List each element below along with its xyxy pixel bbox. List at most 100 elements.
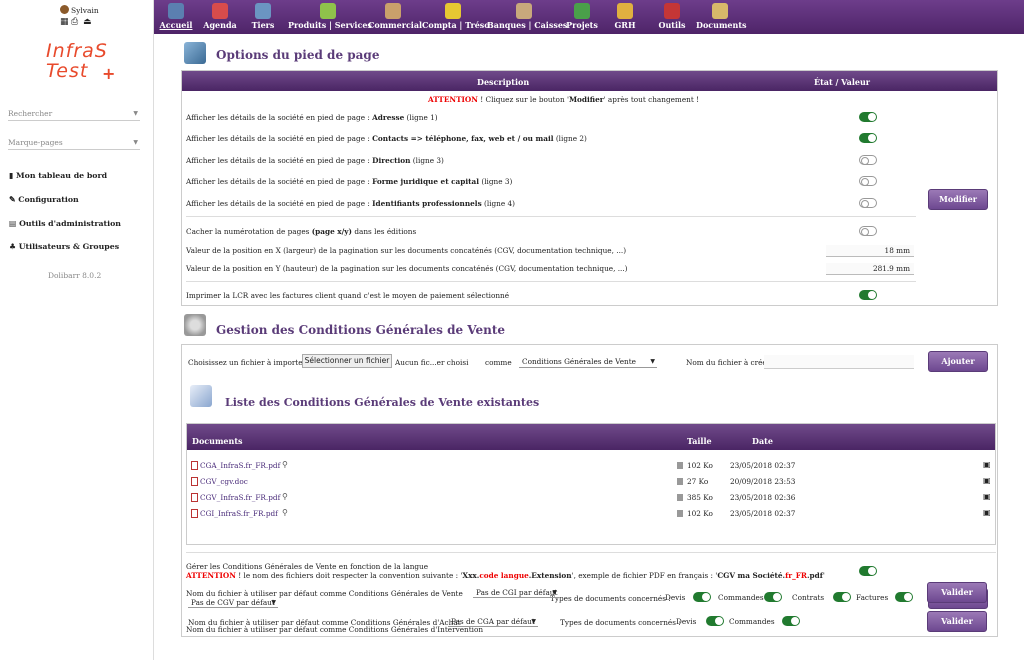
file-date: 23/05/2018 02:37 [730, 461, 796, 470]
file-size: 385 Ko [687, 493, 713, 502]
zoom-icon[interactable]: ⚲ [282, 460, 288, 469]
gears-icon [184, 314, 206, 336]
col-date: Date [752, 436, 773, 446]
tab-grh[interactable]: GRH [610, 0, 640, 34]
validate-cga-button[interactable]: Valider [927, 611, 987, 632]
tab-documents[interactable]: Documents [696, 0, 747, 34]
tab-accueil[interactable]: Accueil [158, 0, 194, 34]
left-menu-label: Mon tableau de bord [16, 171, 108, 180]
tab-tiers[interactable]: Tiers [246, 0, 280, 34]
row-bold: Forme juridique et capital [372, 177, 480, 186]
toggle-ids[interactable] [859, 198, 877, 208]
file-size: 27 Ko [687, 477, 709, 486]
toggle-hide-pages[interactable] [859, 226, 877, 236]
cga-doc-type-devis: Devis [676, 617, 697, 626]
files-table: Documents Taille Date CGA_InfraS.fr_FR.p… [186, 423, 996, 545]
left-menu-configuration[interactable]: ✎ Configuration [9, 195, 79, 204]
attention-end: ' après tout changement ! [603, 95, 700, 104]
toggle-address[interactable] [859, 112, 877, 122]
toggle-cga-commandes[interactable] [782, 616, 800, 626]
toggle-lang-manage[interactable] [859, 566, 877, 576]
validate-cgi-button[interactable]: Valider [927, 582, 987, 603]
cga-default-label: Nom du fichier à utiliser par défaut com… [188, 618, 461, 627]
modify-button[interactable]: Modifier [928, 189, 988, 210]
attention-message: ATTENTION ! Cliquez sur le bouton 'Modif… [428, 95, 699, 104]
trash-icon[interactable]: ▣ [983, 476, 991, 485]
toggle-commandes[interactable] [764, 592, 782, 602]
add-button[interactable]: Ajouter [928, 351, 988, 372]
file-link[interactable]: CGV_cgv.doc [200, 477, 248, 486]
tab-label: Tiers [251, 20, 275, 30]
zoom-icon[interactable]: ⚲ [282, 508, 288, 517]
left-menu-dashboard[interactable]: ▮ Mon tableau de bord [9, 171, 107, 180]
tab-compta[interactable]: Compta | Tréso [422, 0, 490, 34]
file-info-icon[interactable] [677, 494, 683, 501]
toggle-cga-devis[interactable] [706, 616, 724, 626]
user-avatar[interactable] [60, 5, 69, 14]
filename-input[interactable] [764, 355, 914, 369]
attention-text: ! Cliquez sur le bouton ' [477, 95, 569, 104]
tab-label: Projets [566, 20, 598, 30]
posx-label: Valeur de la position en X (largeur) de … [186, 246, 627, 255]
file-link[interactable]: CGA_InfraS.fr_FR.pdf [200, 461, 280, 470]
file-info-icon[interactable] [677, 510, 683, 517]
calendar-icon [212, 3, 228, 19]
users-icon: ♣ [9, 242, 16, 251]
col-description: Description [477, 77, 530, 87]
toggle-devis[interactable] [693, 592, 711, 602]
tab-agenda[interactable]: Agenda [202, 0, 238, 34]
toggle-factures[interactable] [895, 592, 913, 602]
tab-tools[interactable]: Outils [654, 0, 690, 34]
search-label: Rechercher [8, 109, 53, 118]
file-link[interactable]: CGI_InfraS.fr_FR.pdf [200, 509, 278, 518]
toggle-lcr[interactable] [859, 290, 877, 300]
left-menu-users-groups[interactable]: ♣ Utilisateurs & Groupes [9, 242, 119, 251]
file-link[interactable]: CGV_InfraS.fr_FR.pdf [200, 493, 280, 502]
search-select[interactable]: Rechercher ▼ [8, 109, 140, 121]
doc-type-commandes: Commandes [718, 593, 764, 602]
user-name[interactable]: Sylvain [71, 6, 99, 15]
posx-input[interactable]: 18 mm [826, 245, 914, 257]
cga-default-select[interactable]: Pas de CGA par défaut [448, 616, 538, 628]
tab-products[interactable]: Produits | Services [288, 0, 372, 34]
tab-label: Produits | Services [288, 20, 372, 30]
tab-projects[interactable]: Projets [564, 0, 600, 34]
list-icon [190, 385, 212, 407]
cgi-default-select[interactable]: Pas de CGI par défaut [473, 587, 559, 599]
money-icon [445, 3, 461, 19]
trash-icon[interactable]: ▣ [983, 492, 991, 501]
tab-commercial[interactable]: Commercial [368, 0, 422, 34]
toggle-contacts[interactable] [859, 133, 877, 143]
trash-icon[interactable]: ▣ [983, 508, 991, 517]
toggle-contrats[interactable] [833, 592, 851, 602]
left-menu-label: Configuration [18, 195, 79, 204]
toggle-legal[interactable] [859, 176, 877, 186]
zoom-icon[interactable]: ⚲ [282, 492, 288, 501]
toggle-direction[interactable] [859, 155, 877, 165]
pdf-file-icon [191, 509, 198, 518]
divider [186, 281, 916, 282]
bookmarks-label: Marque-pages [8, 138, 63, 147]
file-info-icon[interactable] [677, 478, 683, 485]
cgv-default-select[interactable]: Pas de CGV par défaut [188, 597, 278, 609]
bookmarks-select[interactable]: Marque-pages ▼ [8, 138, 140, 150]
trash-icon[interactable]: ▣ [983, 460, 991, 469]
type-select[interactable]: Conditions Générales de Vente [519, 356, 657, 368]
file-info-icon[interactable] [677, 462, 683, 469]
print-icon[interactable]: ⎙ [71, 17, 78, 27]
row-text: (ligne 3) [410, 156, 444, 165]
logo-plus: + [102, 64, 116, 83]
tab-label: Documents [696, 20, 747, 30]
logo-line2: Test [46, 60, 89, 82]
row-text: Afficher les détails de la société en pi… [186, 177, 373, 186]
logo-line1: InfraS [46, 40, 108, 62]
lang-attention: ATTENTION ! le nom des fichiers doit res… [186, 571, 825, 580]
folder-icon [712, 3, 728, 19]
choose-file-button[interactable]: Sélectionner un fichier [302, 354, 392, 368]
calculator-icon[interactable]: ▦ [60, 17, 69, 27]
no-file-label: Aucun fic...er choisi [395, 358, 469, 367]
tab-banks[interactable]: Banques | Caisses [487, 0, 567, 34]
left-menu-admin-tools[interactable]: ▤ Outils d'administration [9, 219, 121, 228]
logout-icon[interactable]: ⏏ [83, 17, 92, 27]
posy-input[interactable]: 281.9 mm [826, 263, 914, 275]
